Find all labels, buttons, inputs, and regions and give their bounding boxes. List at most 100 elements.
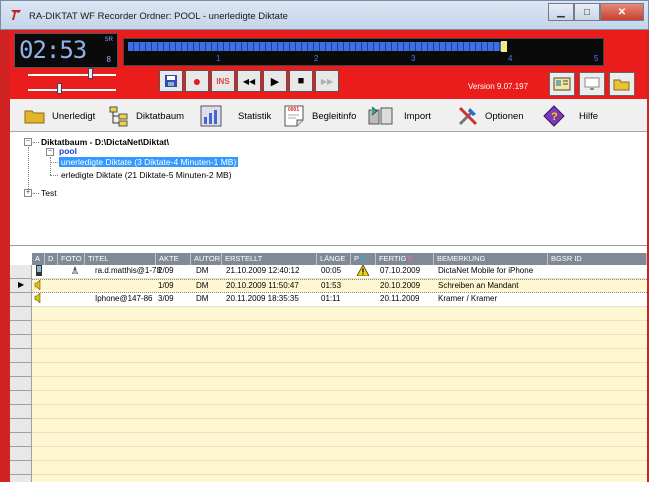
cell-autor: DM [196, 294, 209, 303]
col-bemerkung[interactable]: BEMERKUNG [434, 253, 548, 265]
row-header[interactable] [10, 391, 32, 405]
col-akte[interactable]: AKTE [156, 253, 191, 265]
tree-node-erledigt[interactable]: erledigte Diktate (21 Diktate-5 Minuten-… [61, 170, 232, 181]
toolbar-hilfe[interactable]: ? Hilfe [541, 103, 598, 129]
row-header[interactable] [10, 349, 32, 363]
empty-row[interactable] [32, 433, 647, 447]
chart-icon [198, 104, 224, 128]
position-cursor[interactable] [501, 41, 507, 52]
row-header[interactable] [10, 377, 32, 391]
row-header[interactable] [10, 363, 32, 377]
minimize-button[interactable]: ▁ [548, 3, 574, 21]
title-bar: RA-DIKTAT WF Recorder Ordner: POOL - une… [0, 0, 649, 30]
col-autor[interactable]: AUTOR [191, 253, 222, 265]
cell-fertig: 07.10.2009 [380, 266, 421, 275]
rewind-button[interactable]: ◀◀ [237, 70, 261, 92]
col-titel[interactable]: TITEL [85, 253, 156, 265]
row-header[interactable] [10, 475, 32, 482]
col-d[interactable]: D [45, 253, 58, 265]
tree-node-pool[interactable]: pool [59, 146, 77, 157]
empty-row[interactable] [32, 377, 647, 391]
empty-row[interactable] [32, 321, 647, 335]
toolbar-diktatbaum[interactable]: Diktatbaum [106, 103, 184, 129]
empty-row[interactable] [32, 363, 647, 377]
help-book-icon: ? [541, 104, 567, 128]
forward-button[interactable]: ▶▶ [315, 70, 339, 92]
toolbar-import[interactable]: Import [368, 103, 431, 129]
close-button[interactable]: ✕ [600, 3, 644, 21]
col-fertig[interactable]: FERTIG⇅ [376, 253, 434, 265]
row-header[interactable] [10, 307, 32, 321]
table-row[interactable]: Iphone@147-86 3/09 DM 20.11.2009 18:35:35 01… [32, 293, 647, 307]
tree-node-unerledigt-label: unerledigte Diktate (3 Diktate-4 Minuten… [59, 157, 239, 167]
row-header[interactable] [10, 265, 32, 279]
photo-icon[interactable] [68, 265, 80, 277]
empty-row[interactable] [32, 475, 647, 482]
tree-node-unerledigt[interactable]: unerledigte Diktate (3 Diktate-4 Minuten… [59, 157, 239, 168]
tree-node-test[interactable]: Test [41, 188, 57, 199]
cell-titel: ra.d.matthis@1-78 [95, 266, 161, 275]
row-header[interactable] [10, 447, 32, 461]
empty-row[interactable] [32, 419, 647, 433]
left-frame [0, 30, 10, 482]
table-row[interactable]: 1/09 DM 20.10.2009 11:50:47 01:53 20.10.2009… [32, 279, 647, 293]
cell-laenge: 01:53 [321, 281, 342, 290]
tree-pool-toggle[interactable]: − [46, 148, 54, 156]
empty-row[interactable] [32, 405, 647, 419]
main-toolbar: Unerledigt Diktatbaum Statistik 0001 Beg… [10, 99, 647, 132]
toolbar-begleitinfo[interactable]: 0001 Begleitinfo [282, 103, 356, 129]
tree-icon [106, 104, 132, 128]
speaker-icon [32, 293, 44, 305]
empty-row[interactable] [32, 349, 647, 363]
position-fill [128, 42, 501, 51]
row-header[interactable] [10, 433, 32, 447]
empty-row[interactable] [32, 461, 647, 475]
save-button[interactable] [159, 70, 183, 92]
channel-label: 8 [106, 55, 111, 64]
table-row[interactable]: ra.d.matthis@1-78 2/09 DM 21.10.2009 12:40:… [32, 265, 647, 279]
speed-slider-knob[interactable] [57, 83, 62, 94]
col-bgsr-id[interactable]: BGSR ID [548, 253, 647, 265]
row-header[interactable] [10, 419, 32, 433]
col-p[interactable]: P⇅ [351, 253, 376, 265]
cell-erstellt: 20.10.2009 11:50:47 [226, 281, 299, 290]
stop-button[interactable]: ■ [289, 70, 313, 92]
col-foto[interactable]: FOTO [58, 253, 85, 265]
row-header[interactable] [10, 405, 32, 419]
folder-open-button[interactable] [609, 72, 635, 96]
row-header[interactable] [10, 335, 32, 349]
col-a[interactable]: A [32, 253, 45, 265]
folder-icon [613, 79, 630, 91]
row-header[interactable] [10, 293, 32, 307]
tree-collapse-toggle[interactable]: − [24, 138, 32, 146]
current-row-marker: ▶ [18, 280, 25, 289]
toolbar-label: Optionen [485, 110, 524, 122]
empty-row[interactable] [32, 391, 647, 405]
card-button[interactable] [549, 72, 575, 96]
cell-erstellt: 20.11.2009 18:35:35 [226, 294, 299, 303]
note-badge: 0001 [288, 107, 300, 113]
insert-mode-button[interactable]: INS [211, 70, 235, 92]
toolbar-unerledigt[interactable]: Unerledigt [22, 103, 95, 129]
row-header[interactable]: ▶ [10, 279, 32, 293]
cell-autor: DM [196, 266, 209, 275]
sort-arrows-icon: ⇅ [359, 254, 366, 263]
empty-row[interactable] [32, 447, 647, 461]
col-erstellt[interactable]: ERSTELLT [222, 253, 317, 265]
toolbar-optionen[interactable]: Optionen [455, 103, 524, 129]
time-readout: 02:53 [19, 36, 87, 64]
toolbar-statistik[interactable]: Statistik [198, 103, 271, 129]
tick-3: 3 [411, 54, 416, 63]
record-button[interactable]: ● [185, 70, 209, 92]
position-bar[interactable]: 1 2 3 4 5 [123, 38, 604, 66]
monitor-button[interactable] [579, 72, 605, 96]
row-header[interactable] [10, 321, 32, 335]
tree-test-toggle[interactable]: + [24, 189, 32, 197]
col-laenge[interactable]: LÄNGE [317, 253, 351, 265]
maximize-button[interactable]: □ [574, 3, 600, 21]
play-button[interactable]: ▶ [263, 70, 287, 92]
empty-row[interactable] [32, 335, 647, 349]
row-header[interactable] [10, 461, 32, 475]
empty-row[interactable] [32, 307, 647, 321]
volume-slider-knob[interactable] [88, 68, 93, 79]
